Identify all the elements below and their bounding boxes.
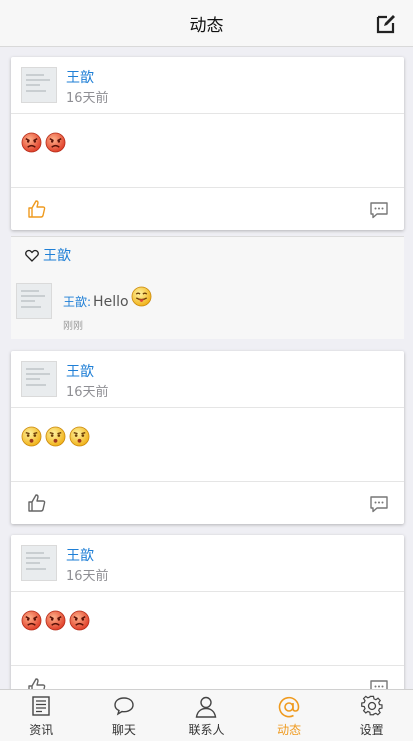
- tab-news[interactable]: 资讯: [0, 690, 83, 741]
- post-time: 16天前: [66, 569, 109, 584]
- post-body: [11, 408, 404, 482]
- tab-label: 设置: [359, 723, 384, 737]
- comment-time: 刚刚: [63, 321, 83, 332]
- angry-emoji-icon: [21, 610, 42, 631]
- tab-contacts[interactable]: 联系人: [165, 690, 248, 741]
- surprised-emoji-icon: [69, 426, 90, 447]
- compose-icon[interactable]: [375, 13, 397, 35]
- post-body: [11, 114, 404, 188]
- post-header: 王歆 16天前: [11, 57, 404, 114]
- commenter-avatar[interactable]: [16, 283, 52, 319]
- news-icon: [32, 696, 50, 716]
- commenter-name[interactable]: 王歆:: [63, 293, 91, 310]
- tab-settings[interactable]: 设置: [330, 690, 413, 741]
- tab-label: 动态: [277, 723, 302, 737]
- post-actions: [11, 482, 404, 524]
- angry-emoji-icon: [69, 610, 90, 631]
- comment-icon[interactable]: [369, 494, 389, 514]
- gear-icon: [360, 695, 383, 716]
- post-card: 王歆 16天前: [11, 535, 404, 689]
- contacts-icon: [196, 696, 217, 718]
- tab-label: 资讯: [29, 723, 54, 737]
- post-card: 王歆 16天前: [11, 57, 404, 230]
- surprised-emoji-icon: [21, 426, 42, 447]
- comment-row: 王歆: Hello 刚刚: [11, 273, 404, 339]
- heart-icon: [25, 249, 39, 262]
- post-body: [11, 592, 404, 666]
- tab-bar: 资讯 聊天 联系人 动态 设置: [0, 689, 413, 741]
- tab-label: 联系人: [188, 723, 225, 737]
- liker-name[interactable]: 王歆: [43, 245, 71, 265]
- comment-icon[interactable]: [369, 678, 389, 689]
- like-icon[interactable]: [27, 199, 47, 219]
- tab-chat[interactable]: 聊天: [83, 690, 166, 741]
- tongue-emoji-icon: [131, 286, 151, 307]
- top-bar: 动态: [0, 0, 413, 47]
- author-name[interactable]: 王歆: [66, 361, 94, 381]
- post-card: 王歆 16天前: [11, 351, 404, 524]
- post-actions: [11, 188, 404, 230]
- feed[interactable]: 王歆 16天前 王歆 王歆: Hello 刚刚 王歆 16天前 王歆 16天前: [0, 47, 413, 689]
- chat-icon: [114, 697, 134, 716]
- post-header: 王歆 16天前: [11, 351, 404, 408]
- at-icon: [278, 696, 300, 718]
- comment-text: Hello: [93, 293, 129, 310]
- avatar[interactable]: [21, 67, 57, 103]
- angry-emoji-icon: [21, 132, 42, 153]
- surprised-emoji-icon: [45, 426, 66, 447]
- avatar[interactable]: [21, 545, 57, 581]
- author-name[interactable]: 王歆: [66, 67, 94, 87]
- angry-emoji-icon: [45, 132, 66, 153]
- page-title: 动态: [189, 15, 224, 36]
- like-icon[interactable]: [27, 677, 47, 689]
- like-icon[interactable]: [27, 493, 47, 513]
- post-actions: [11, 666, 404, 689]
- author-name[interactable]: 王歆: [66, 545, 94, 565]
- tab-label: 聊天: [111, 723, 136, 737]
- avatar[interactable]: [21, 361, 57, 397]
- post-time: 16天前: [66, 385, 109, 400]
- post-header: 王歆 16天前: [11, 535, 404, 592]
- comment-icon[interactable]: [369, 200, 389, 220]
- likes-row: 王歆: [11, 236, 404, 274]
- post-time: 16天前: [66, 91, 109, 106]
- angry-emoji-icon: [45, 610, 66, 631]
- tab-moments[interactable]: 动态: [248, 690, 331, 741]
